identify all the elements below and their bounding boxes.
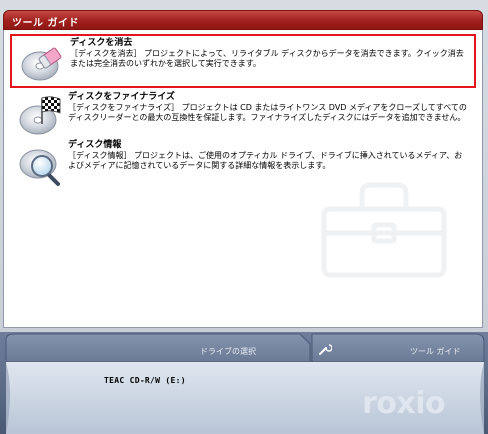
- header-title: ツール ガイド: [12, 18, 79, 29]
- eraser-disc-icon: [21, 47, 62, 81]
- erase-disc-title: ディスクを消去: [70, 38, 133, 48]
- disc-info-description: ［ディスク情報］ プロジェクトは、ご使用のオプティカル ドライブ、ドライブに挿入…: [68, 151, 463, 170]
- disc-info-text: ディスク情報 ［ディスク情報］ プロジェクトは、ご使用のオプティカル ドライブ、…: [68, 140, 470, 171]
- bottom-bar: ドライブの選択 ツール ガイド TEAC CD-R/W (E:) roxio: [0, 332, 488, 434]
- finalize-disc-title: ディスクをファイナライズ: [68, 92, 175, 102]
- finalize-disc-item[interactable]: ディスクをファイナライズ ［ディスクをファイナライズ］ プロジェクトは CD ま…: [10, 90, 476, 138]
- roxio-logo: roxio: [362, 386, 446, 421]
- disc-info-title: ディスク情報: [68, 140, 122, 150]
- drive-selection-tab[interactable]: ドライブの選択: [168, 346, 288, 357]
- selected-drive-name[interactable]: TEAC CD-R/W (E:): [104, 376, 186, 385]
- disc-info-item[interactable]: ディスク情報 ［ディスク情報］ プロジェクトは、ご使用のオプティカル ドライブ、…: [10, 138, 476, 188]
- erase-disc-item[interactable]: ディスクを消去 ［ディスクを消去］ プロジェクトによって、リライタブル ディスク…: [10, 34, 476, 88]
- checkered-flag-disc-icon: [19, 96, 61, 135]
- tool-list-panel: ディスクを消去 ［ディスクを消去］ プロジェクトによって、リライタブル ディスク…: [3, 30, 483, 328]
- erase-disc-text: ディスクを消去 ［ディスクを消去］ プロジェクトによって、リライタブル ディスク…: [70, 38, 468, 69]
- finalize-disc-text: ディスクをファイナライズ ［ディスクをファイナライズ］ プロジェクトは CD ま…: [68, 92, 470, 123]
- magnifier-disc-icon: [19, 149, 60, 186]
- tool-guide-header: ツール ガイド: [3, 10, 483, 30]
- tool-guide-window: ツール ガイド ディスクを消去 ［ディスクを消去］ プロジェクトによって、リライ…: [0, 0, 488, 434]
- toolbox-watermark-icon: [321, 182, 447, 278]
- erase-disc-description: ［ディスクを消去］ プロジェクトによって、リライタブル ディスクからデータを消去…: [70, 49, 464, 68]
- finalize-disc-description: ［ディスクをファイナライズ］ プロジェクトは CD またはライトワンス DVD …: [68, 103, 467, 122]
- wrench-icon: [319, 344, 332, 355]
- tool-guide-tab[interactable]: ツール ガイド: [410, 346, 461, 357]
